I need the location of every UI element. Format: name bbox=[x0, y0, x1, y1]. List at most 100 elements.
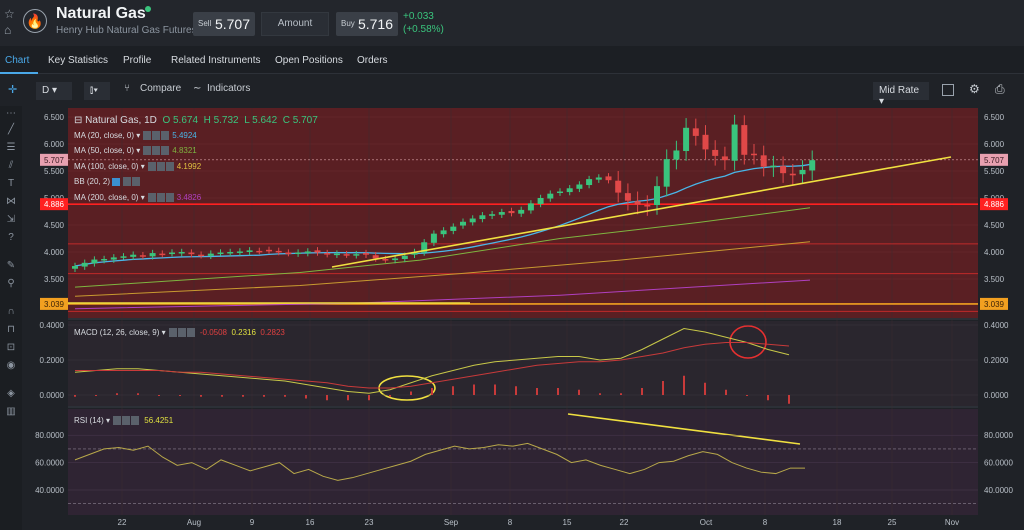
ma50-value: 4.8321 bbox=[172, 146, 197, 155]
bb-legend[interactable]: BB (20, 2) bbox=[74, 177, 144, 187]
candle-body bbox=[469, 218, 476, 223]
candle-body bbox=[809, 160, 816, 171]
candle-body bbox=[207, 253, 214, 256]
ma200-legend[interactable]: MA (200, close, 0) ▾ 3.4826 bbox=[74, 193, 202, 203]
candle-body bbox=[731, 124, 738, 161]
price-badge-left-text: 3.039 bbox=[44, 300, 65, 309]
macd-tick-left: 0.4000 bbox=[40, 321, 65, 330]
candle-body bbox=[110, 257, 117, 260]
macd-histogram-bar bbox=[704, 382, 706, 395]
candle-body bbox=[72, 266, 78, 269]
candle-body bbox=[275, 250, 282, 253]
macd-histogram-bar bbox=[515, 386, 517, 395]
legend-high: H 5.732 bbox=[203, 115, 239, 126]
candle-body bbox=[246, 250, 253, 252]
candle-body bbox=[663, 159, 670, 187]
macd-histogram-bar bbox=[326, 395, 328, 401]
macd-histogram-bar bbox=[641, 388, 643, 395]
candle-body bbox=[198, 254, 205, 257]
legend-instrument: Natural Gas, 1D bbox=[85, 115, 157, 126]
price-tick-right: 5.500 bbox=[984, 167, 1005, 176]
legend-collapse-icon[interactable]: ⊟ bbox=[74, 115, 82, 126]
candle-body bbox=[634, 201, 641, 205]
candle-body bbox=[372, 255, 379, 259]
macd-histogram-bar bbox=[473, 384, 475, 395]
candle-body bbox=[595, 177, 602, 180]
candle-body bbox=[159, 253, 166, 256]
ma20-legend[interactable]: MA (20, close, 0) ▾ 5.4924 bbox=[74, 131, 197, 141]
price-badge-right-text: 4.886 bbox=[984, 200, 1005, 209]
time-tick-label: 23 bbox=[365, 518, 374, 527]
candle-body bbox=[149, 253, 156, 257]
candle-body bbox=[333, 253, 340, 256]
rsi-tick-right: 40.0000 bbox=[984, 486, 1013, 495]
macd-histogram-bar bbox=[347, 395, 349, 401]
rsi-legend[interactable]: RSI (14) ▾ 56.4251 bbox=[74, 416, 173, 426]
ma100-value: 4.1992 bbox=[176, 162, 202, 171]
macd-histogram-bar bbox=[746, 395, 748, 396]
rsi-tick-right: 60.0000 bbox=[984, 459, 1013, 468]
rsi-tick-left: 40.0000 bbox=[35, 486, 64, 495]
macd-histogram-bar bbox=[305, 395, 307, 399]
ma100-legend[interactable]: MA (100, close, 0) ▾ 4.1992 bbox=[74, 162, 202, 172]
candle-body bbox=[81, 262, 88, 267]
candle-body bbox=[227, 252, 234, 254]
candle-body bbox=[751, 153, 757, 156]
macd-histogram-bar bbox=[452, 386, 454, 395]
price-chart[interactable]: 0.4000 0.40000.2000 0.20000.0000 0.0000 80.… bbox=[0, 0, 1024, 530]
time-tick-label: 25 bbox=[888, 518, 897, 527]
ma20-label: MA (20, close, 0) bbox=[74, 131, 135, 140]
macd-histogram-bar bbox=[536, 388, 538, 395]
candle-body bbox=[557, 191, 563, 194]
candle-body bbox=[353, 254, 360, 256]
candle-body bbox=[324, 253, 331, 255]
macd-histogram-bar bbox=[725, 389, 727, 395]
price-tick-right: 4.000 bbox=[984, 248, 1005, 257]
macd-line-value: 0.2316 bbox=[231, 328, 256, 337]
price-tick-right: 6.500 bbox=[984, 113, 1005, 122]
candle-body bbox=[363, 253, 369, 255]
macd-histogram-bar bbox=[284, 395, 286, 397]
macd-tick-left: 0.2000 bbox=[40, 356, 65, 365]
time-tick-label: 16 bbox=[306, 518, 315, 527]
time-tick-label: 8 bbox=[508, 518, 513, 527]
candle-body bbox=[217, 252, 224, 255]
ma100-label: MA (100, close, 0) bbox=[74, 162, 139, 171]
macd-histogram-bar bbox=[662, 381, 664, 395]
time-tick-label: 8 bbox=[763, 518, 768, 527]
macd-histogram-bar bbox=[95, 395, 97, 396]
candle-body bbox=[401, 255, 408, 260]
bb-color-swatch[interactable] bbox=[112, 177, 121, 186]
price-tick-right: 3.500 bbox=[984, 275, 1005, 284]
ma200-value: 3.4826 bbox=[176, 193, 202, 202]
macd-histogram-bar bbox=[137, 393, 139, 395]
ma50-legend[interactable]: MA (50, close, 0) ▾ 4.8321 bbox=[74, 146, 197, 156]
price-tick-left: 3.500 bbox=[44, 275, 65, 284]
bb-label: BB (20, 2) bbox=[74, 177, 111, 186]
macd-histogram-bar bbox=[431, 388, 433, 395]
candle-body bbox=[799, 169, 806, 175]
macd-histogram-bar bbox=[494, 384, 496, 395]
macd-histogram-bar bbox=[263, 395, 265, 397]
macd-histogram-bar bbox=[221, 395, 223, 397]
price-tick-right: 4.500 bbox=[984, 221, 1005, 230]
price-badge-left-text: 4.886 bbox=[44, 200, 65, 209]
candle-body bbox=[527, 203, 534, 211]
macd-histogram-bar bbox=[179, 395, 181, 396]
candle-body bbox=[440, 230, 447, 235]
rsi-tick-left: 60.0000 bbox=[35, 459, 64, 468]
candle-body bbox=[479, 215, 486, 220]
price-tick-left: 4.000 bbox=[44, 248, 65, 257]
candle-body bbox=[721, 156, 728, 161]
macd-legend[interactable]: MACD (12, 26, close, 9) ▾ -0.0508 0.2316… bbox=[74, 328, 285, 338]
ma50-label: MA (50, close, 0) bbox=[74, 146, 135, 155]
macd-signal-value: 0.2823 bbox=[260, 328, 285, 337]
ma20-value: 5.4924 bbox=[172, 131, 197, 140]
candle-body bbox=[518, 209, 525, 214]
time-tick-label: Oct bbox=[700, 518, 713, 527]
price-badge-left-text: 5.707 bbox=[44, 156, 65, 165]
macd-histogram-bar bbox=[599, 393, 601, 395]
candle-body bbox=[692, 128, 699, 136]
time-tick-label: 15 bbox=[563, 518, 572, 527]
macd-histogram-bar bbox=[767, 395, 769, 401]
